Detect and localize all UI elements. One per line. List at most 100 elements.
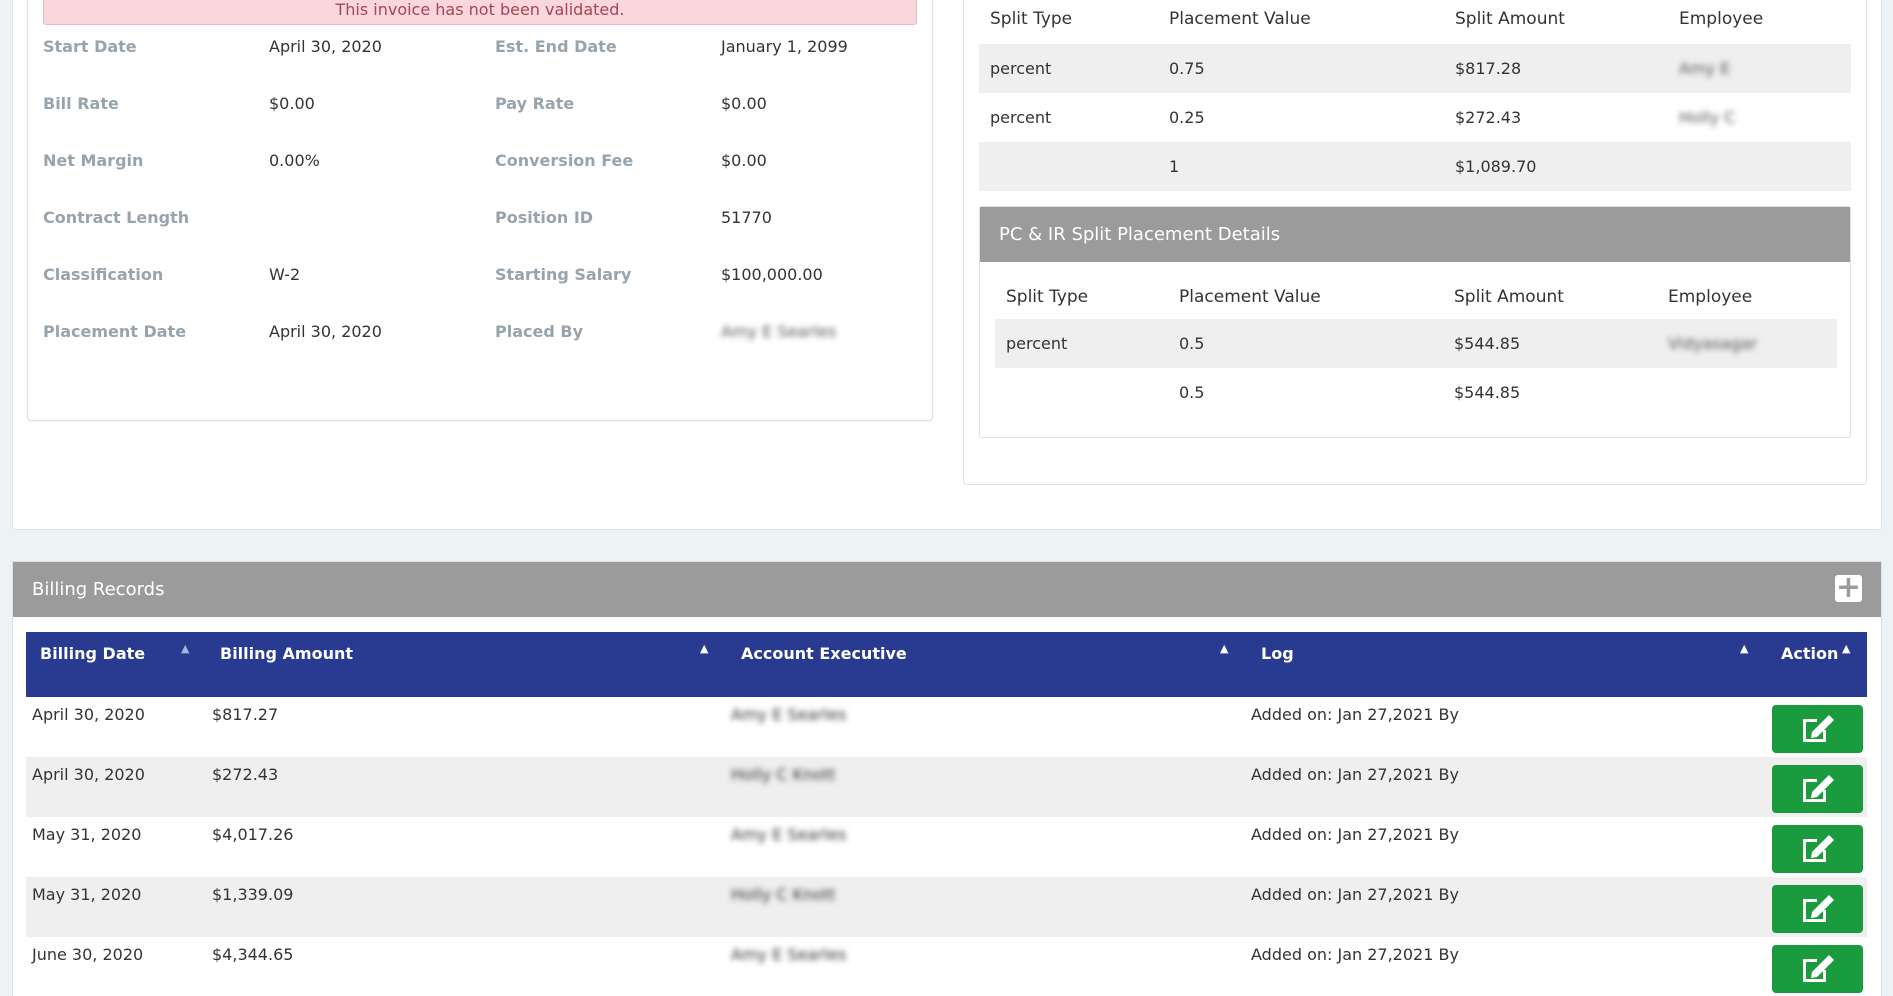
account-executive-cell: Amy E Searles bbox=[731, 825, 847, 844]
col-split-type: Split Type bbox=[1006, 287, 1089, 307]
sort-up-icon[interactable]: ▲ bbox=[1740, 642, 1748, 655]
detail-value: April 30, 2020 bbox=[269, 37, 382, 56]
billing-amount-cell: $4,017.26 bbox=[212, 825, 294, 844]
col-employee: Employee bbox=[1679, 9, 1764, 29]
pc-ir-split-table: Split Type Placement Value Split Amount … bbox=[995, 262, 1837, 437]
edit-billing-button[interactable] bbox=[1772, 945, 1863, 993]
placement-value-cell: 0.25 bbox=[1169, 108, 1205, 127]
split-amount-total: $1,089.70 bbox=[1455, 157, 1537, 176]
detail-label: Net Margin bbox=[43, 151, 144, 170]
detail-value: 51770 bbox=[721, 208, 772, 227]
detail-label: Placed By bbox=[495, 322, 583, 341]
detail-label: Conversion Fee bbox=[495, 151, 634, 170]
placed-by-value: Amy E Searles bbox=[721, 322, 837, 341]
account-executive-cell: Holly C Knott bbox=[731, 765, 836, 784]
billing-records-title: Billing Records bbox=[13, 562, 1881, 617]
edit-icon bbox=[1803, 895, 1834, 922]
split-type-cell: percent bbox=[990, 59, 1052, 78]
detail-value: January 1, 2099 bbox=[721, 37, 848, 56]
log-cell: Added on: Jan 27,2021 By bbox=[1251, 945, 1459, 964]
detail-value: $100,000.00 bbox=[721, 265, 823, 284]
placement-value-total: 1 bbox=[1169, 157, 1180, 176]
sort-up-icon[interactable]: ▲ bbox=[1842, 642, 1850, 655]
add-billing-record-button[interactable]: + bbox=[1835, 573, 1862, 603]
col-log[interactable]: Log bbox=[1261, 637, 1294, 671]
edit-icon bbox=[1803, 955, 1834, 982]
detail-value: W-2 bbox=[269, 265, 301, 284]
detail-label: Starting Salary bbox=[495, 265, 632, 284]
col-action[interactable]: Action bbox=[1781, 637, 1838, 671]
placement-details-card: This invoice has not been validated. Sta… bbox=[27, 0, 933, 421]
billing-date-cell: April 30, 2020 bbox=[32, 765, 145, 784]
edit-billing-button[interactable] bbox=[1772, 885, 1863, 933]
col-placement-value: Placement Value bbox=[1169, 9, 1311, 29]
edit-billing-button[interactable] bbox=[1772, 825, 1863, 873]
employee-cell: Amy E bbox=[1679, 59, 1731, 78]
billing-amount-cell: $272.43 bbox=[212, 765, 279, 784]
edit-icon bbox=[1803, 775, 1834, 802]
account-executive-cell: Amy E Searles bbox=[731, 705, 847, 724]
billing-row: April 30, 2020 $817.27 Amy E Searles Add… bbox=[26, 697, 1867, 757]
edit-icon bbox=[1803, 835, 1834, 862]
split-table: Split Type Placement Value Split Amount … bbox=[979, 0, 1851, 200]
log-cell: Added on: Jan 27,2021 By bbox=[1251, 825, 1459, 844]
employee-cell: Holly C bbox=[1679, 108, 1736, 127]
billing-amount-cell: $4,344.65 bbox=[212, 945, 294, 964]
split-type-cell: percent bbox=[990, 108, 1052, 127]
billing-row: May 31, 2020 $1,339.09 Holly C Knott Add… bbox=[26, 877, 1867, 937]
pc-ir-title: PC & IR Split Placement Details bbox=[980, 207, 1850, 262]
split-amount-total: $544.85 bbox=[1454, 383, 1521, 402]
billing-row: June 30, 2020 $4,344.65 Amy E Searles Ad… bbox=[26, 937, 1867, 996]
split-amount-cell: $817.28 bbox=[1455, 59, 1522, 78]
edit-icon bbox=[1803, 715, 1834, 742]
placement-value-cell: 0.75 bbox=[1169, 59, 1205, 78]
log-cell: Added on: Jan 27,2021 By bbox=[1251, 765, 1459, 784]
billing-table-header: Billing Date ▲ Billing Amount ▲ Account … bbox=[26, 632, 1867, 697]
log-cell: Added on: Jan 27,2021 By bbox=[1251, 885, 1459, 904]
account-executive-cell: Holly C Knott bbox=[731, 885, 836, 904]
billing-date-cell: April 30, 2020 bbox=[32, 705, 145, 724]
account-executive-cell: Amy E Searles bbox=[731, 945, 847, 964]
detail-label: Bill Rate bbox=[43, 94, 119, 113]
split-type-cell: percent bbox=[1006, 334, 1068, 353]
billing-amount-cell: $817.27 bbox=[212, 705, 279, 724]
col-billing-amount[interactable]: Billing Amount bbox=[220, 637, 353, 671]
validation-alert: This invoice has not been validated. bbox=[43, 0, 917, 25]
table-row: 1 $1,089.70 bbox=[979, 142, 1851, 191]
detail-value: April 30, 2020 bbox=[269, 322, 382, 341]
split-amount-cell: $544.85 bbox=[1454, 334, 1521, 353]
sort-up-icon[interactable]: ▲ bbox=[1220, 642, 1228, 655]
sort-up-icon[interactable]: ▲ bbox=[700, 642, 708, 655]
log-cell: Added on: Jan 27,2021 By bbox=[1251, 705, 1459, 724]
split-amount-cell: $272.43 bbox=[1455, 108, 1522, 127]
plus-icon: + bbox=[1835, 570, 1862, 605]
detail-label: Classification bbox=[43, 265, 164, 284]
table-row: 0.5 $544.85 bbox=[995, 368, 1837, 417]
detail-label: Contract Length bbox=[43, 208, 190, 227]
placement-value-cell: 0.5 bbox=[1179, 334, 1205, 353]
col-employee: Employee bbox=[1668, 287, 1753, 307]
col-billing-date[interactable]: Billing Date bbox=[40, 637, 145, 671]
detail-label: Position ID bbox=[495, 208, 594, 227]
detail-value: $0.00 bbox=[721, 94, 767, 113]
billing-amount-cell: $1,339.09 bbox=[212, 885, 294, 904]
sort-up-icon[interactable]: ▲ bbox=[181, 642, 189, 655]
billing-date-cell: May 31, 2020 bbox=[32, 825, 142, 844]
detail-value: $0.00 bbox=[269, 94, 315, 113]
edit-billing-button[interactable] bbox=[1772, 765, 1863, 813]
billing-date-cell: June 30, 2020 bbox=[32, 945, 144, 964]
detail-label: Pay Rate bbox=[495, 94, 575, 113]
col-placement-value: Placement Value bbox=[1179, 287, 1321, 307]
detail-label: Start Date bbox=[43, 37, 137, 56]
pc-ir-split-card: PC & IR Split Placement Details Split Ty… bbox=[979, 206, 1851, 438]
detail-label: Placement Date bbox=[43, 322, 187, 341]
billing-row: May 31, 2020 $4,017.26 Amy E Searles Add… bbox=[26, 817, 1867, 877]
col-split-type: Split Type bbox=[990, 9, 1073, 29]
billing-date-cell: May 31, 2020 bbox=[32, 885, 142, 904]
col-account-executive[interactable]: Account Executive bbox=[741, 637, 907, 671]
placement-value-total: 0.5 bbox=[1179, 383, 1205, 402]
table-row: percent 0.25 $272.43 Holly C bbox=[979, 93, 1851, 142]
table-row: percent 0.75 $817.28 Amy E bbox=[979, 44, 1851, 93]
detail-value: 0.00% bbox=[269, 151, 320, 170]
edit-billing-button[interactable] bbox=[1772, 705, 1863, 753]
